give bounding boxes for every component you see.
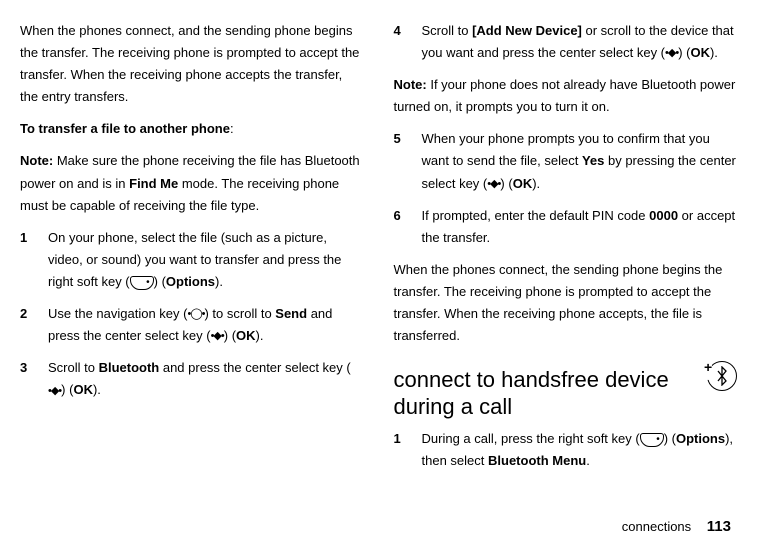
step-number: 4: [394, 20, 422, 64]
pin-code: 0000: [649, 208, 678, 223]
step-4: 4 Scroll to [Add New Device] or scroll t…: [394, 20, 738, 64]
navigation-key-icon: •◯•: [187, 305, 204, 324]
text: Use the navigation key (: [48, 306, 187, 321]
step-body: On your phone, select the file (such as …: [48, 227, 364, 293]
note-label: Note:: [394, 77, 427, 92]
step-number: 1: [20, 227, 48, 293]
text: ) (: [664, 431, 676, 446]
soft-key-icon: [130, 276, 154, 290]
send-label: Send: [275, 306, 307, 321]
text: ) (: [154, 274, 166, 289]
step-5: 5 When your phone prompts you to confirm…: [394, 128, 738, 194]
note-paragraph: Note: Make sure the phone receiving the …: [20, 150, 364, 216]
text: .: [586, 453, 590, 468]
step-body: Scroll to [Add New Device] or scroll to …: [422, 20, 738, 64]
text: ) (: [500, 176, 512, 191]
bluetooth-label: Bluetooth: [99, 360, 160, 375]
ok-label: OK: [513, 176, 533, 191]
bluetooth-badge-icon: [707, 361, 737, 391]
find-me-mode: Find Me: [129, 176, 178, 191]
center-select-icon: •◆•: [48, 382, 61, 401]
text: ).: [710, 45, 718, 60]
center-select-icon: •◆•: [487, 175, 500, 194]
transfer-heading-text: To transfer a file to another phone: [20, 121, 230, 136]
options-label: Options: [166, 274, 215, 289]
step-6: 6 If prompted, enter the default PIN cod…: [394, 205, 738, 249]
text: ) (: [61, 382, 73, 397]
page-number: 113: [707, 518, 731, 535]
step-number: 6: [394, 205, 422, 249]
text: ).: [215, 274, 223, 289]
subheading: connect to handsfree device during a cal…: [394, 367, 708, 420]
left-column: When the phones connect, and the sending…: [20, 20, 364, 510]
transfer-heading: To transfer a file to another phone:: [20, 118, 364, 140]
bluetooth-menu-label: Bluetooth Menu: [488, 453, 586, 468]
text: Scroll to: [422, 23, 473, 38]
step-3: 3 Scroll to Bluetooth and press the cent…: [20, 357, 364, 401]
step-number: 5: [394, 128, 422, 194]
intro-paragraph: When the phones connect, and the sending…: [20, 20, 364, 108]
yes-label: Yes: [582, 153, 604, 168]
step-body: Use the navigation key (•◯•) to scroll t…: [48, 303, 364, 347]
text: ) to scroll to: [204, 306, 275, 321]
step-number: 1: [394, 428, 422, 472]
handsfree-step-1: 1 During a call, press the right soft ke…: [394, 428, 738, 472]
center-select-icon: •◆•: [665, 44, 678, 63]
text: ).: [93, 382, 101, 397]
soft-key-icon: [640, 433, 664, 447]
center-select-icon: •◆•: [211, 327, 224, 346]
text: During a call, press the right soft key …: [422, 431, 640, 446]
closing-paragraph: When the phones connect, the sending pho…: [394, 259, 738, 347]
add-new-device-label: [Add New Device]: [472, 23, 582, 38]
text: ) (: [224, 328, 236, 343]
step-number: 3: [20, 357, 48, 401]
right-column: 4 Scroll to [Add New Device] or scroll t…: [394, 20, 738, 510]
text: ).: [256, 328, 264, 343]
step-2: 2 Use the navigation key (•◯•) to scroll…: [20, 303, 364, 347]
options-label: Options: [676, 431, 725, 446]
step-body: If prompted, enter the default PIN code …: [422, 205, 738, 249]
text: ).: [532, 176, 540, 191]
step-body: Scroll to Bluetooth and press the center…: [48, 357, 364, 401]
note-text: If your phone does not already have Blue…: [394, 77, 736, 114]
subheading-row: connect to handsfree device during a cal…: [394, 357, 738, 428]
step-body: During a call, press the right soft key …: [422, 428, 738, 472]
note-label: Note:: [20, 153, 53, 168]
text: If prompted, enter the default PIN code: [422, 208, 650, 223]
ok-label: OK: [73, 382, 93, 397]
ok-label: OK: [236, 328, 256, 343]
step-number: 2: [20, 303, 48, 347]
text: ) (: [678, 45, 690, 60]
section-name: connections: [622, 519, 691, 534]
text: and press the center select key (: [159, 360, 350, 375]
page-footer: connections 113: [20, 514, 737, 540]
text: Scroll to: [48, 360, 99, 375]
two-column-layout: When the phones connect, and the sending…: [20, 20, 737, 510]
note-paragraph-2: Note: If your phone does not already hav…: [394, 74, 738, 118]
ok-label: OK: [690, 45, 710, 60]
step-body: When your phone prompts you to confirm t…: [422, 128, 738, 194]
step-1: 1 On your phone, select the file (such a…: [20, 227, 364, 293]
